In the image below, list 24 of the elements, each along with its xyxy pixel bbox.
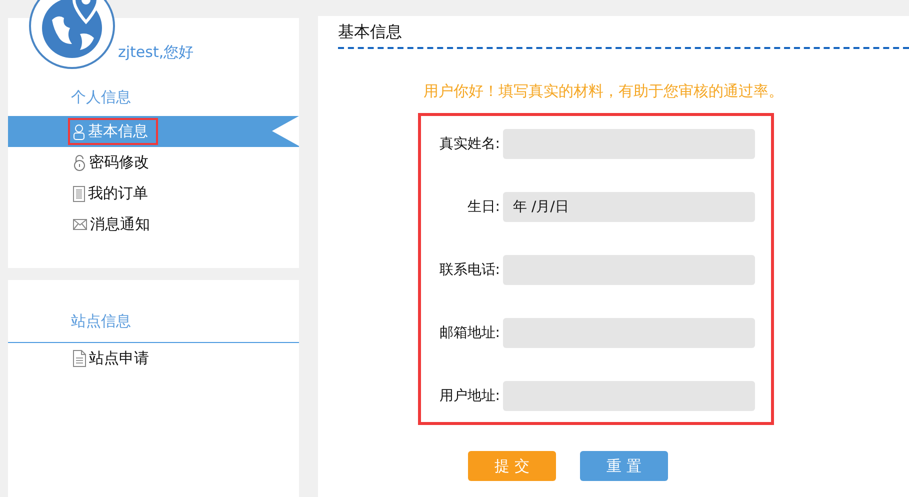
input-field[interactable] — [503, 129, 755, 159]
field-label: 邮箱地址: — [439, 324, 500, 342]
document-icon — [73, 350, 86, 367]
field-label: 生日: — [467, 198, 500, 216]
list-icon — [73, 186, 85, 202]
input-field[interactable] — [503, 381, 755, 411]
notice-text: 用户你好！填写真实的材料，有助于您审核的通过率。 — [422, 82, 784, 101]
envelope-icon — [73, 219, 87, 230]
input-field[interactable]: 年 /月/日 — [503, 192, 755, 222]
field-label: 用户地址: — [439, 387, 500, 405]
field-label: 联系电话: — [439, 261, 500, 279]
padlock-icon — [73, 154, 86, 171]
page-title: 基本信息 — [338, 16, 909, 49]
input-field[interactable] — [503, 318, 755, 348]
menu-item[interactable]: 密码修改 — [8, 147, 299, 178]
field-label: 真实姓名: — [439, 135, 500, 153]
section-heading: 站点信息 — [8, 310, 299, 343]
person-icon — [73, 124, 85, 140]
menu-item[interactable]: 站点申请 — [8, 343, 299, 374]
greeting-text: zjtest,您好 — [118, 43, 194, 62]
section-heading: 个人信息 — [70, 87, 132, 108]
menu-item[interactable]: 消息通知 — [8, 209, 299, 240]
menu-item[interactable]: 我的订单 — [8, 178, 299, 209]
input-field[interactable] — [503, 255, 755, 285]
